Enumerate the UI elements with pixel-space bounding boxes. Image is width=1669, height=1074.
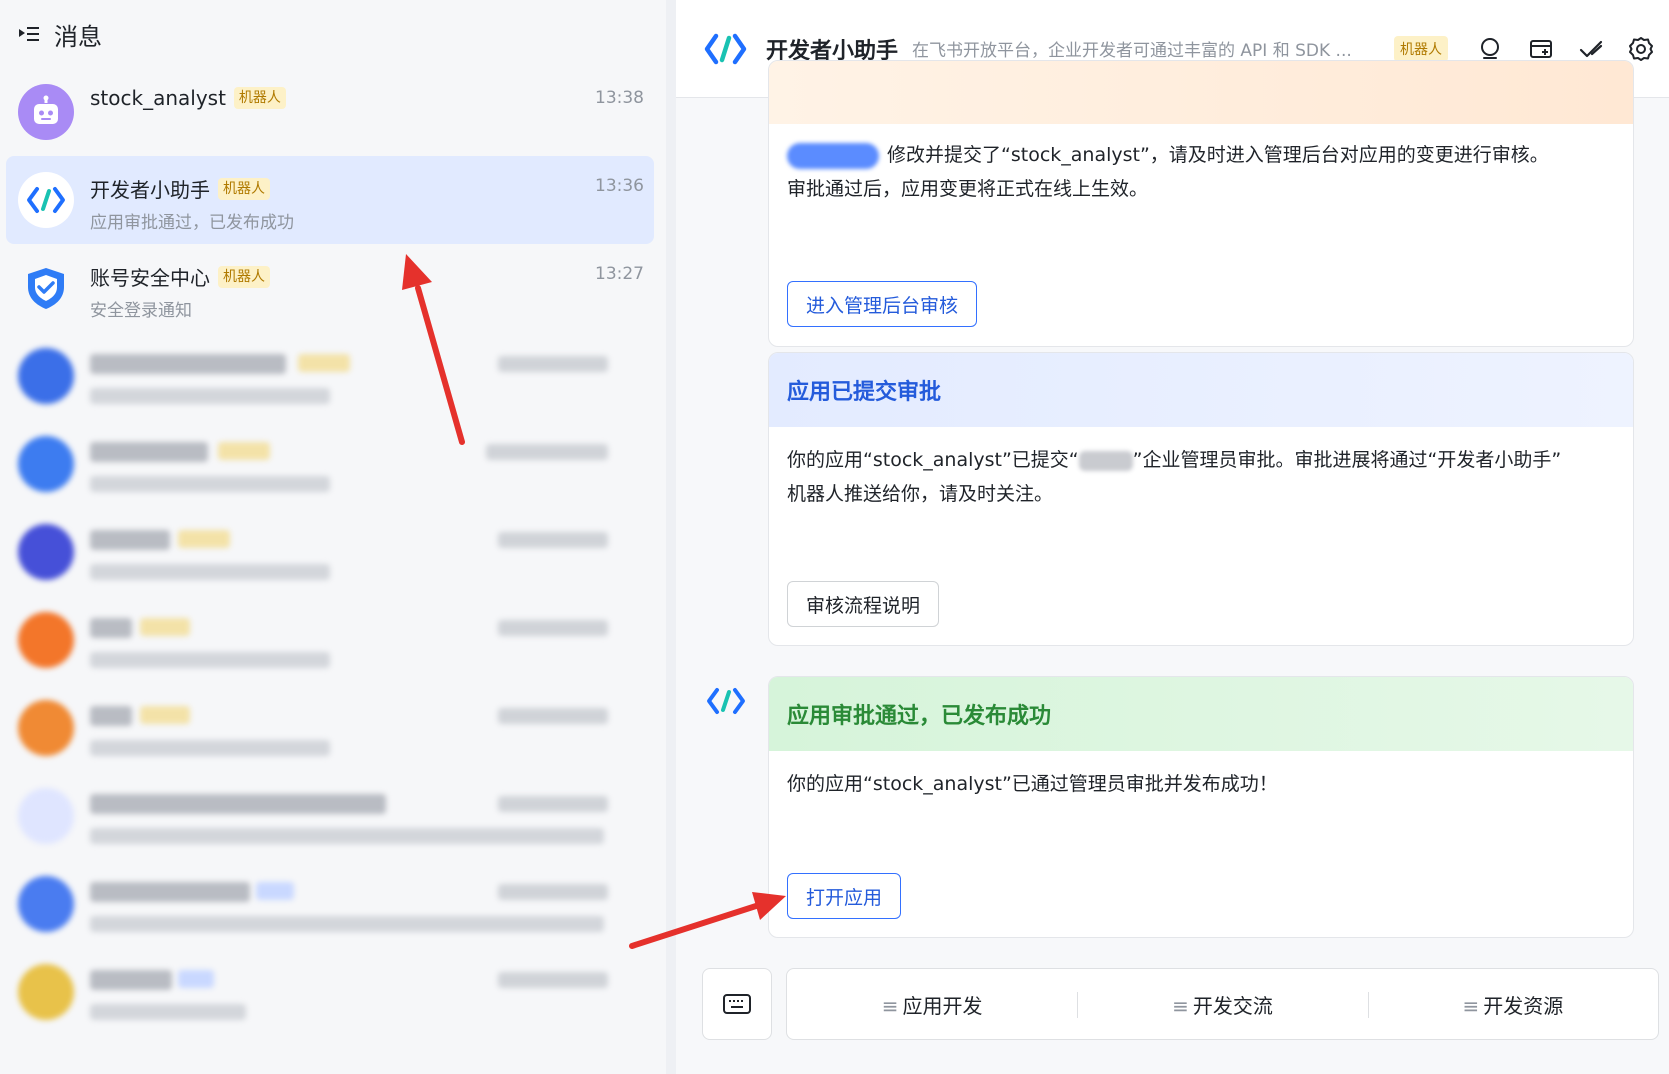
add-tab-icon bbox=[1530, 39, 1553, 58]
chat-preview: 安全登录通知 bbox=[90, 301, 192, 321]
menu-list-icon: ≡ bbox=[1172, 993, 1189, 1018]
chat-name: 开发者小助手 机器人 bbox=[90, 174, 270, 203]
card-text: 修改并提交了“stock_analyst”，请及时进入管理后台对应用的变更进行审… bbox=[787, 138, 1615, 172]
redacted-user bbox=[787, 142, 879, 169]
chat-preview: 应用审批通过，已发布成功 bbox=[90, 213, 294, 233]
chat-name-text: 账号安全中心 bbox=[90, 266, 210, 290]
chat-window: 开发者小助手 在飞书开放平台，企业开发者可通过丰富的 API 和 SDK ...… bbox=[676, 0, 1669, 1074]
chat-item-redacted[interactable] bbox=[6, 684, 654, 772]
developer-assistant-logo-icon[interactable] bbox=[706, 686, 746, 716]
chat-item-redacted[interactable] bbox=[6, 508, 654, 596]
chat-name-text: 开发者小助手 bbox=[90, 178, 210, 202]
avatar bbox=[18, 700, 74, 756]
menu-dev-community[interactable]: ≡ 开发交流 bbox=[1077, 990, 1367, 1019]
conversation-sidebar: 消息 stock_analyst 机器人 13:38 开发者小助手 机器人 13… bbox=[0, 0, 666, 1074]
avatar bbox=[18, 348, 74, 404]
menu-label: 应用开发 bbox=[902, 993, 983, 1018]
menu-label: 开发资源 bbox=[1483, 993, 1564, 1018]
change-review-card: 修改并提交了“stock_analyst”，请及时进入管理后台对应用的变更进行审… bbox=[768, 60, 1634, 347]
avatar bbox=[18, 524, 74, 580]
avatar bbox=[18, 436, 74, 492]
card-header bbox=[769, 61, 1633, 124]
avatar bbox=[18, 876, 74, 932]
bot-tag: 机器人 bbox=[218, 265, 270, 288]
menu-list-icon: ≡ bbox=[1462, 993, 1480, 1018]
chat-name: stock_analyst 机器人 bbox=[90, 86, 286, 110]
open-app-button[interactable]: 打开应用 bbox=[787, 873, 902, 919]
chat-name: 账号安全中心 机器人 bbox=[90, 262, 270, 291]
chat-item-redacted[interactable] bbox=[6, 772, 654, 860]
chat-item-developer-assistant[interactable]: 开发者小助手 机器人 13:36 应用审批通过，已发布成功 bbox=[6, 156, 654, 244]
card-body: 你的应用“stock_analyst”已提交“ ”企业管理员审批。审批进展将通过“… bbox=[769, 427, 1633, 511]
card-text: 机器人推送给你，请及时关注。 bbox=[787, 483, 1054, 505]
avatar bbox=[18, 260, 74, 316]
check-done-icon bbox=[1579, 40, 1603, 57]
chat-item-redacted[interactable] bbox=[6, 948, 654, 1036]
chat-name-text: stock_analyst bbox=[90, 86, 226, 110]
keyboard-toggle-button[interactable] bbox=[702, 968, 772, 1040]
bot-menu: ≡ 应用开发 ≡ 开发交流 ≡ 开发资源 bbox=[786, 968, 1659, 1040]
card-body: 修改并提交了“stock_analyst”，请及时进入管理后台对应用的变更进行审… bbox=[769, 124, 1633, 206]
developer-assistant-logo-icon[interactable] bbox=[702, 26, 748, 72]
chat-item-redacted[interactable] bbox=[6, 420, 654, 508]
chat-item-redacted[interactable] bbox=[6, 860, 654, 948]
card-text: 你的应用“stock_analyst”已通过管理员审批并发布成功！ bbox=[787, 773, 1278, 795]
chat-item-redacted[interactable] bbox=[6, 596, 654, 684]
redacted-org bbox=[1078, 450, 1133, 471]
collapse-menu-icon[interactable] bbox=[18, 24, 40, 44]
bot-tag: 机器人 bbox=[233, 87, 286, 109]
mark-done-button[interactable] bbox=[1576, 34, 1606, 64]
sidebar-header: 消息 bbox=[0, 0, 666, 68]
bot-tag: 机器人 bbox=[218, 177, 270, 200]
chat-time: 13:38 bbox=[595, 88, 644, 108]
card-text-line: ”企业管理员审批。审批进展将通过“开发者小助手” bbox=[1132, 449, 1562, 471]
avatar bbox=[18, 612, 74, 668]
sidebar-title: 消息 bbox=[54, 22, 102, 51]
avatar bbox=[18, 84, 74, 140]
card-body: 你的应用“stock_analyst”已通过管理员审批并发布成功！ bbox=[769, 751, 1633, 801]
approved-published-card: 应用审批通过，已发布成功 你的应用“stock_analyst”已通过管理员审批… bbox=[768, 676, 1634, 938]
search-icon bbox=[1481, 37, 1500, 59]
card-text: 审批通过后，应用变更将正式在线上生效。 bbox=[787, 178, 1149, 200]
card-text-line: 修改并提交了“stock_analyst”，请及时进入管理后台对应用的变更进行审… bbox=[887, 144, 1549, 166]
shield-icon bbox=[28, 268, 64, 309]
card-text: 你的应用“stock_analyst”已提交“ ”企业管理员审批。审批进展将通过“… bbox=[787, 443, 1615, 477]
bot-menu-bar: ≡ 应用开发 ≡ 开发交流 ≡ 开发资源 bbox=[702, 968, 1659, 1040]
enter-admin-review-button[interactable]: 进入管理后台审核 bbox=[787, 281, 978, 327]
add-tab-button[interactable] bbox=[1526, 34, 1556, 64]
keyboard-icon bbox=[723, 994, 751, 1014]
robot-icon bbox=[34, 95, 58, 124]
bot-tag: 机器人 bbox=[1394, 35, 1449, 62]
bot-description: 在飞书开放平台，企业开发者可通过丰富的 API 和 SDK ... bbox=[912, 41, 1352, 61]
avatar bbox=[18, 172, 74, 228]
settings-button[interactable] bbox=[1626, 34, 1656, 64]
chat-time: 13:27 bbox=[595, 264, 644, 284]
chat-item-stock-analyst[interactable]: stock_analyst 机器人 13:38 bbox=[6, 68, 654, 156]
avatar bbox=[18, 964, 74, 1020]
gear-icon bbox=[1629, 36, 1654, 61]
card-title: 应用已提交审批 bbox=[769, 353, 1633, 427]
menu-label: 开发交流 bbox=[1192, 993, 1273, 1018]
card-text-line: 你的应用“stock_analyst”已提交“ bbox=[787, 449, 1079, 471]
review-process-button[interactable]: 审核流程说明 bbox=[787, 581, 940, 627]
search-button[interactable] bbox=[1476, 34, 1506, 64]
card-title: 应用审批通过，已发布成功 bbox=[769, 677, 1633, 751]
developer-assistant-logo-icon bbox=[27, 187, 65, 213]
chat-item-account-security[interactable]: 账号安全中心 机器人 13:27 安全登录通知 bbox=[6, 244, 654, 332]
menu-list-icon: ≡ bbox=[881, 993, 899, 1018]
chat-time: 13:36 bbox=[595, 176, 644, 196]
panel-divider[interactable] bbox=[666, 0, 676, 1074]
chat-item-redacted[interactable] bbox=[6, 332, 654, 420]
avatar bbox=[18, 788, 74, 844]
menu-app-development[interactable]: ≡ 应用开发 bbox=[787, 990, 1077, 1019]
menu-dev-resources[interactable]: ≡ 开发资源 bbox=[1367, 990, 1658, 1019]
submitted-review-card: 应用已提交审批 你的应用“stock_analyst”已提交“ ”企业管理员审批。… bbox=[768, 352, 1634, 646]
